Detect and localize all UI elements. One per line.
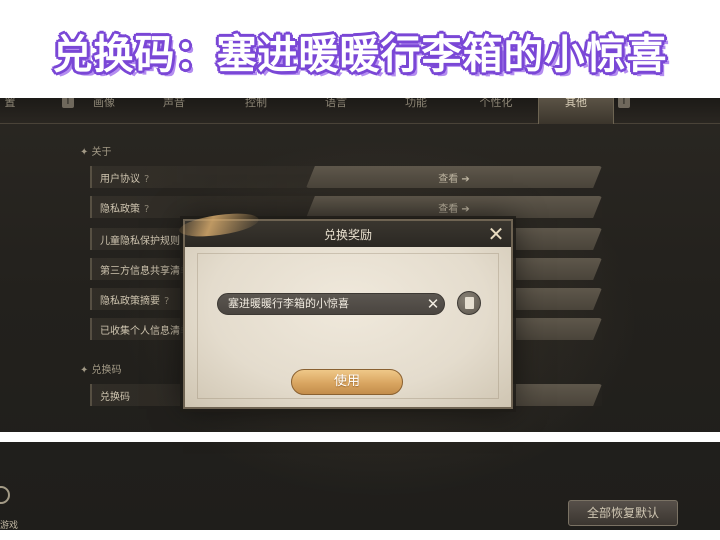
redeem-code-input[interactable]: 塞进暖暖行李箱的小惊喜 xyxy=(217,293,445,315)
row-label: 第三方信息共享清单 xyxy=(100,266,190,277)
help-icon[interactable]: ? xyxy=(144,204,149,215)
modal-title: 兑换奖励 xyxy=(323,228,372,242)
tab-shortcut-left-icon: I xyxy=(62,98,74,108)
tab-settings[interactable]: 置 xyxy=(0,98,24,124)
row-label: 用户协议 xyxy=(100,174,140,185)
close-icon[interactable]: ✕ xyxy=(485,223,507,245)
game-screen: 置 I 画像 声音 控制 语言 功能 个性化 其他 I ✦ 关于 用户协议? 查… xyxy=(0,98,720,530)
tab-control[interactable]: 控制 xyxy=(228,98,284,124)
reset-all-default-button[interactable]: 全部恢复默认 xyxy=(568,500,678,526)
tab-shortcut-right-icon: I xyxy=(618,98,630,108)
clear-input-icon[interactable]: ✕ xyxy=(423,293,443,315)
row-label: 已收集个人信息清单 xyxy=(100,326,190,337)
back-circle-icon[interactable] xyxy=(0,486,10,504)
tab-personalize[interactable]: 个性化 xyxy=(464,98,528,124)
clipboard-icon xyxy=(465,297,474,309)
banner-title: 兑换码：塞进暖暖行李箱的小惊喜 xyxy=(52,32,668,78)
modal-header: 兑换奖励 ✕ xyxy=(177,209,511,247)
section-about-header: ✦ 关于 xyxy=(80,147,112,158)
tab-sound[interactable]: 声音 xyxy=(146,98,202,124)
row-user-agreement: 用户协议? 查看 ➔ xyxy=(90,166,602,188)
view-privacy-policy-button[interactable]: 查看 ➔ xyxy=(306,196,602,218)
redeem-reward-modal: 兑换奖励 ✕ 塞进暖暖行李箱的小惊喜 ✕ 使用 xyxy=(177,209,513,409)
tab-other[interactable]: 其他 xyxy=(538,98,614,124)
row-label: 儿童隐私保护规则 xyxy=(100,236,180,247)
tab-image[interactable]: 画像 xyxy=(76,98,132,124)
paste-button[interactable] xyxy=(457,291,481,315)
use-button[interactable]: 使用 xyxy=(291,369,403,395)
help-icon[interactable]: ? xyxy=(164,296,169,307)
settings-tab-bar: 置 I 画像 声音 控制 语言 功能 个性化 其他 I xyxy=(0,98,720,124)
left-caption: 游戏 xyxy=(0,521,19,530)
row-label: 隐私政策摘要 xyxy=(100,296,160,307)
bottom-margin xyxy=(0,432,720,442)
row-label: 隐私政策 xyxy=(100,204,140,215)
row-privacy-policy: 隐私政策? 查看 ➔ xyxy=(90,196,602,218)
tab-function[interactable]: 功能 xyxy=(388,98,444,124)
section-redeem-header: ✦ 兑换码 xyxy=(80,365,122,376)
banner: 兑换码：塞进暖暖行李箱的小惊喜 xyxy=(0,0,720,98)
tab-language[interactable]: 语言 xyxy=(308,98,364,124)
help-icon[interactable]: ? xyxy=(144,174,149,185)
row-label: 兑换码 xyxy=(100,392,130,403)
view-user-agreement-button[interactable]: 查看 ➔ xyxy=(306,166,602,188)
